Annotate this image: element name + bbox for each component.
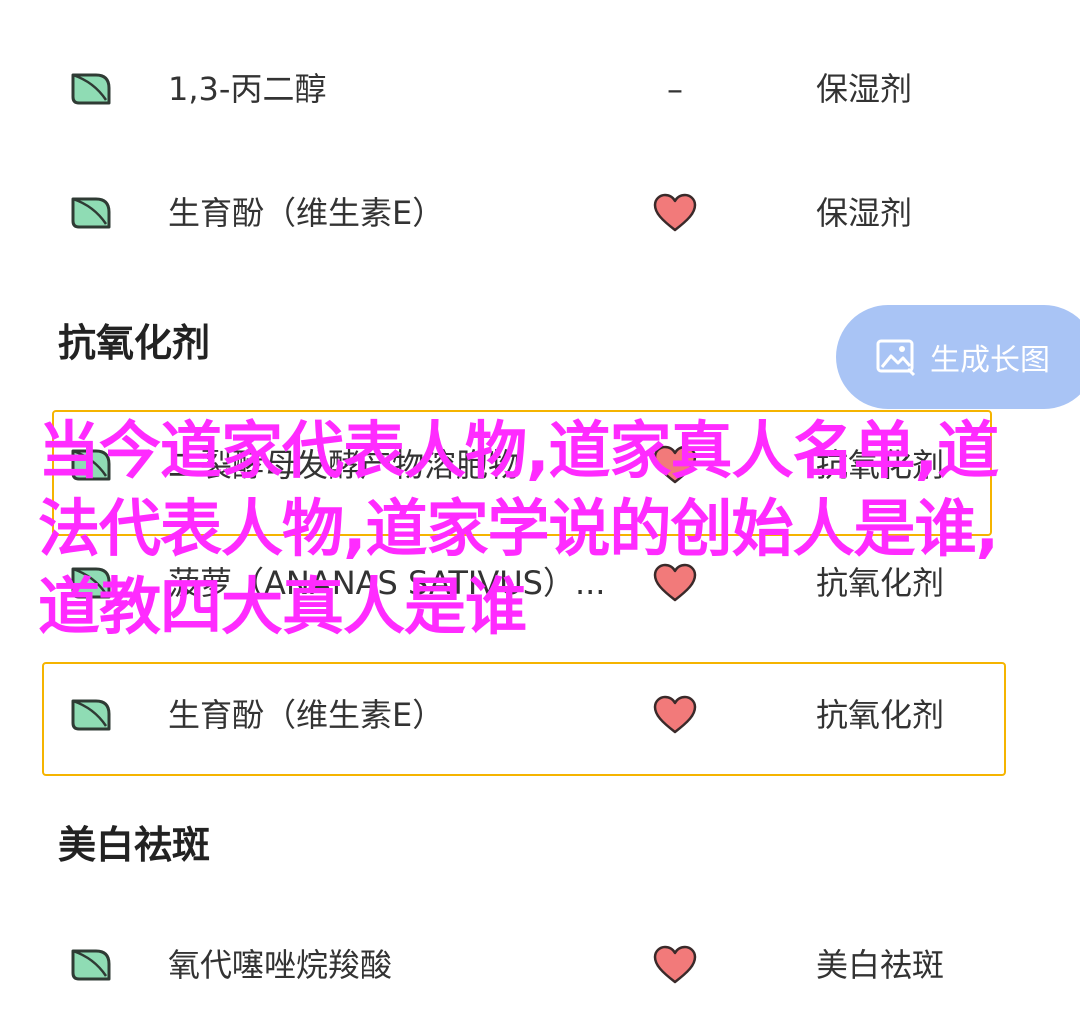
ingredient-row[interactable]: 二裂酵母发酵产物溶胞物 抗氧化剂	[0, 410, 1080, 520]
ingredient-function: 美白祛斑	[816, 946, 945, 984]
leaf-icon	[71, 699, 111, 731]
heart-icon	[650, 910, 700, 1020]
section-title: 美白祛斑	[58, 823, 211, 867]
generate-button-label: 生成长图	[930, 343, 1050, 378]
ingredient-name: 菠萝（ANANAS SATIVUS）...	[168, 564, 606, 602]
ingredient-name: 二裂酵母发酵产物溶胞物	[168, 446, 521, 484]
ingredient-function: 抗氧化剂	[816, 564, 945, 602]
section-title: 抗氧化剂	[58, 321, 211, 365]
leaf-icon	[71, 949, 111, 981]
ingredient-function: 抗氧化剂	[816, 446, 945, 484]
ingredient-row[interactable]: 生育酚（维生素E） 抗氧化剂	[0, 660, 1080, 770]
ingredient-function: 保湿剂	[816, 194, 913, 232]
leaf-icon	[71, 567, 111, 599]
ingredient-row[interactable]: 氧代噻唑烷羧酸 美白祛斑	[0, 910, 1080, 1020]
heart-icon	[650, 528, 700, 638]
ingredient-name: 生育酚（维生素E）	[168, 194, 445, 232]
ingredient-row[interactable]: 菠萝（ANANAS SATIVUS）... 抗氧化剂	[0, 528, 1080, 638]
leaf-icon	[71, 197, 111, 229]
heart-icon	[650, 660, 700, 770]
generate-long-image-button[interactable]: 生成长图	[836, 305, 1080, 409]
ingredient-name: 生育酚（维生素E）	[168, 696, 445, 734]
ingredient-row[interactable]: 1,3-丙二醇 – 保湿剂	[0, 34, 1080, 144]
ingredient-name: 1,3-丙二醇	[168, 70, 327, 108]
heart-icon	[650, 158, 700, 268]
leaf-icon	[71, 73, 111, 105]
ingredient-function: 保湿剂	[816, 70, 913, 108]
ingredient-row[interactable]: 生育酚（维生素E） 保湿剂	[0, 158, 1080, 268]
image-icon	[876, 339, 916, 377]
heart-icon	[650, 410, 700, 520]
safety-dash: –	[667, 70, 683, 108]
ingredient-name: 氧代噻唑烷羧酸	[168, 946, 393, 984]
leaf-icon	[71, 449, 111, 481]
ingredient-function: 抗氧化剂	[816, 696, 945, 734]
